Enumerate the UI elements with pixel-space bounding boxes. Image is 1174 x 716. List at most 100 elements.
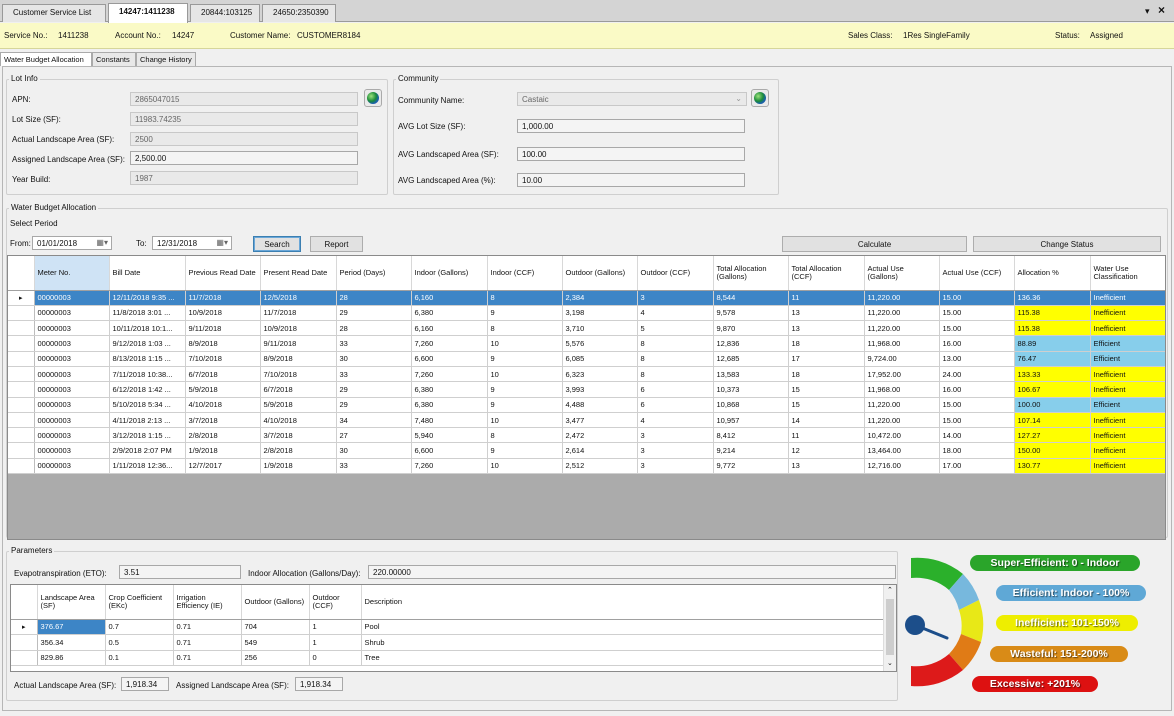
table-cell[interactable]: 9,214 (713, 442, 789, 459)
table-cell[interactable]: 27 (336, 427, 412, 444)
table-row[interactable]: 829.86 0.1 0.71 256 0 Tree (11, 650, 884, 666)
table-cell[interactable]: 00000003 (34, 412, 110, 429)
table-cell[interactable]: 12,836 (713, 335, 789, 352)
row-header[interactable] (8, 442, 35, 459)
table-cell[interactable]: 00000003 (34, 335, 110, 352)
table-cell[interactable]: 13 (788, 320, 865, 337)
table-cell[interactable]: 136.36 (1014, 290, 1091, 306)
table-cell[interactable]: 829.86 (37, 650, 106, 666)
map-lookup-button[interactable] (364, 89, 382, 107)
table-cell[interactable]: 13 (788, 458, 865, 475)
table-cell[interactable]: 00000003 (34, 442, 110, 459)
table-cell[interactable]: 00000003 (34, 397, 110, 413)
table-row[interactable]: 00000003 1/11/2018 12:36... 12/7/2017 1/9/2… (8, 458, 1165, 475)
bill-allocation-grid[interactable]: Meter No. Bill Date Previous Read Date P… (7, 255, 1166, 540)
column-header[interactable]: Outdoor (CCF) (309, 585, 362, 620)
table-cell[interactable]: 11/7/2018 (185, 290, 261, 306)
table-cell[interactable]: 130.77 (1014, 458, 1091, 475)
column-header[interactable]: Period (Days) (336, 256, 412, 291)
table-cell[interactable]: 16.00 (939, 381, 1015, 398)
table-cell[interactable]: 15.00 (939, 412, 1015, 429)
table-cell[interactable]: 133.33 (1014, 366, 1091, 383)
scroll-up-icon[interactable]: ⌃ (887, 586, 893, 594)
table-cell[interactable]: 3 (637, 427, 714, 444)
table-cell[interactable]: 16.00 (939, 335, 1015, 352)
table-cell[interactable]: 00000003 (34, 320, 110, 337)
table-cell[interactable]: 549 (241, 634, 310, 651)
table-cell[interactable]: 0.71 (173, 634, 242, 651)
table-cell[interactable]: 8/9/2018 (185, 335, 261, 352)
table-cell[interactable]: 17.00 (939, 458, 1015, 475)
column-header[interactable]: Water Use Classification (1090, 256, 1165, 291)
table-cell[interactable]: 88.89 (1014, 335, 1091, 352)
table-cell[interactable]: Inefficient (1090, 427, 1165, 444)
tab-water-budget-allocation[interactable]: Water Budget Allocation (0, 52, 92, 66)
column-header[interactable]: Allocation % (1014, 256, 1091, 291)
column-header[interactable]: Total Allocation (CCF) (788, 256, 865, 291)
table-cell[interactable]: 8,412 (713, 427, 789, 444)
table-cell[interactable]: 0.1 (105, 650, 174, 666)
table-cell[interactable]: 6/12/2018 1:42 ... (109, 381, 186, 398)
table-cell[interactable]: 10/9/2018 (185, 305, 261, 322)
table-cell[interactable]: Inefficient (1090, 412, 1165, 429)
table-cell[interactable]: 11/8/2018 3:01 ... (109, 305, 186, 322)
table-cell[interactable]: 6/7/2018 (260, 381, 337, 398)
table-cell[interactable]: 256 (241, 650, 310, 666)
table-cell[interactable]: 18.00 (939, 442, 1015, 459)
table-cell[interactable]: Efficient (1090, 397, 1165, 413)
table-row[interactable]: ▸ 00000003 12/11/2018 9:35 ... 11/7/2018 12/… (8, 290, 1165, 306)
eto-field[interactable]: 3.51 (119, 565, 241, 579)
table-cell[interactable]: 7,260 (411, 335, 488, 352)
table-cell[interactable]: 33 (336, 458, 412, 475)
table-cell[interactable]: 5 (637, 320, 714, 337)
tab-change-history[interactable]: Change History (136, 52, 196, 66)
table-cell[interactable]: 12 (788, 442, 865, 459)
row-header[interactable]: ▸ (11, 619, 38, 635)
table-cell[interactable]: 6,600 (411, 351, 488, 367)
column-header[interactable]: Indoor (CCF) (487, 256, 563, 291)
table-cell[interactable]: 3 (637, 290, 714, 306)
year-build-field[interactable]: 1987 (130, 171, 358, 185)
table-cell[interactable]: 6/7/2018 (185, 366, 261, 383)
table-cell[interactable]: 150.00 (1014, 442, 1091, 459)
table-cell[interactable]: 3 (637, 442, 714, 459)
table-cell[interactable]: 15 (788, 381, 865, 398)
table-cell[interactable]: 6,380 (411, 397, 488, 413)
table-cell[interactable]: 704 (241, 619, 310, 635)
table-cell[interactable]: 2/9/2018 2:07 PM (109, 442, 186, 459)
table-cell[interactable]: 00000003 (34, 427, 110, 444)
table-cell[interactable]: 8 (637, 366, 714, 383)
table-cell[interactable]: 0.7 (105, 619, 174, 635)
table-cell[interactable]: 14.00 (939, 427, 1015, 444)
table-cell[interactable]: 10,868 (713, 397, 789, 413)
search-button[interactable]: Search (253, 236, 301, 252)
table-cell[interactable]: 11/7/2018 (260, 305, 337, 322)
table-cell[interactable]: Inefficient (1090, 320, 1165, 337)
table-cell[interactable]: 17,952.00 (864, 366, 940, 383)
table-cell[interactable]: 0 (309, 650, 362, 666)
indoor-allocation-field[interactable]: 220.00000 (368, 565, 896, 579)
table-cell[interactable]: 7/10/2018 (260, 366, 337, 383)
assigned-landscape-total-field[interactable]: 1,918.34 (295, 677, 343, 691)
table-cell[interactable]: 9,578 (713, 305, 789, 322)
table-cell[interactable]: 11,220.00 (864, 397, 940, 413)
table-cell[interactable]: 10/11/2018 10:1... (109, 320, 186, 337)
table-cell[interactable]: 6 (637, 397, 714, 413)
table-cell[interactable]: 00000003 (34, 351, 110, 367)
row-header[interactable] (8, 427, 35, 444)
table-cell[interactable]: 5/9/2018 (185, 381, 261, 398)
table-cell[interactable]: 10,957 (713, 412, 789, 429)
table-cell[interactable]: 13,583 (713, 366, 789, 383)
table-cell[interactable]: 14 (788, 412, 865, 429)
row-header[interactable] (8, 335, 35, 352)
table-cell[interactable]: 8 (487, 320, 563, 337)
table-cell[interactable]: 106.67 (1014, 381, 1091, 398)
table-cell[interactable]: 00000003 (34, 305, 110, 322)
table-cell[interactable]: 8 (487, 290, 563, 306)
table-cell[interactable]: 127.27 (1014, 427, 1091, 444)
column-header[interactable]: Outdoor (CCF) (637, 256, 714, 291)
table-cell[interactable]: 3/12/2018 1:15 ... (109, 427, 186, 444)
table-cell[interactable]: 2,384 (562, 290, 638, 306)
table-cell[interactable]: 376.67 (37, 619, 106, 635)
table-cell[interactable]: 29 (336, 305, 412, 322)
